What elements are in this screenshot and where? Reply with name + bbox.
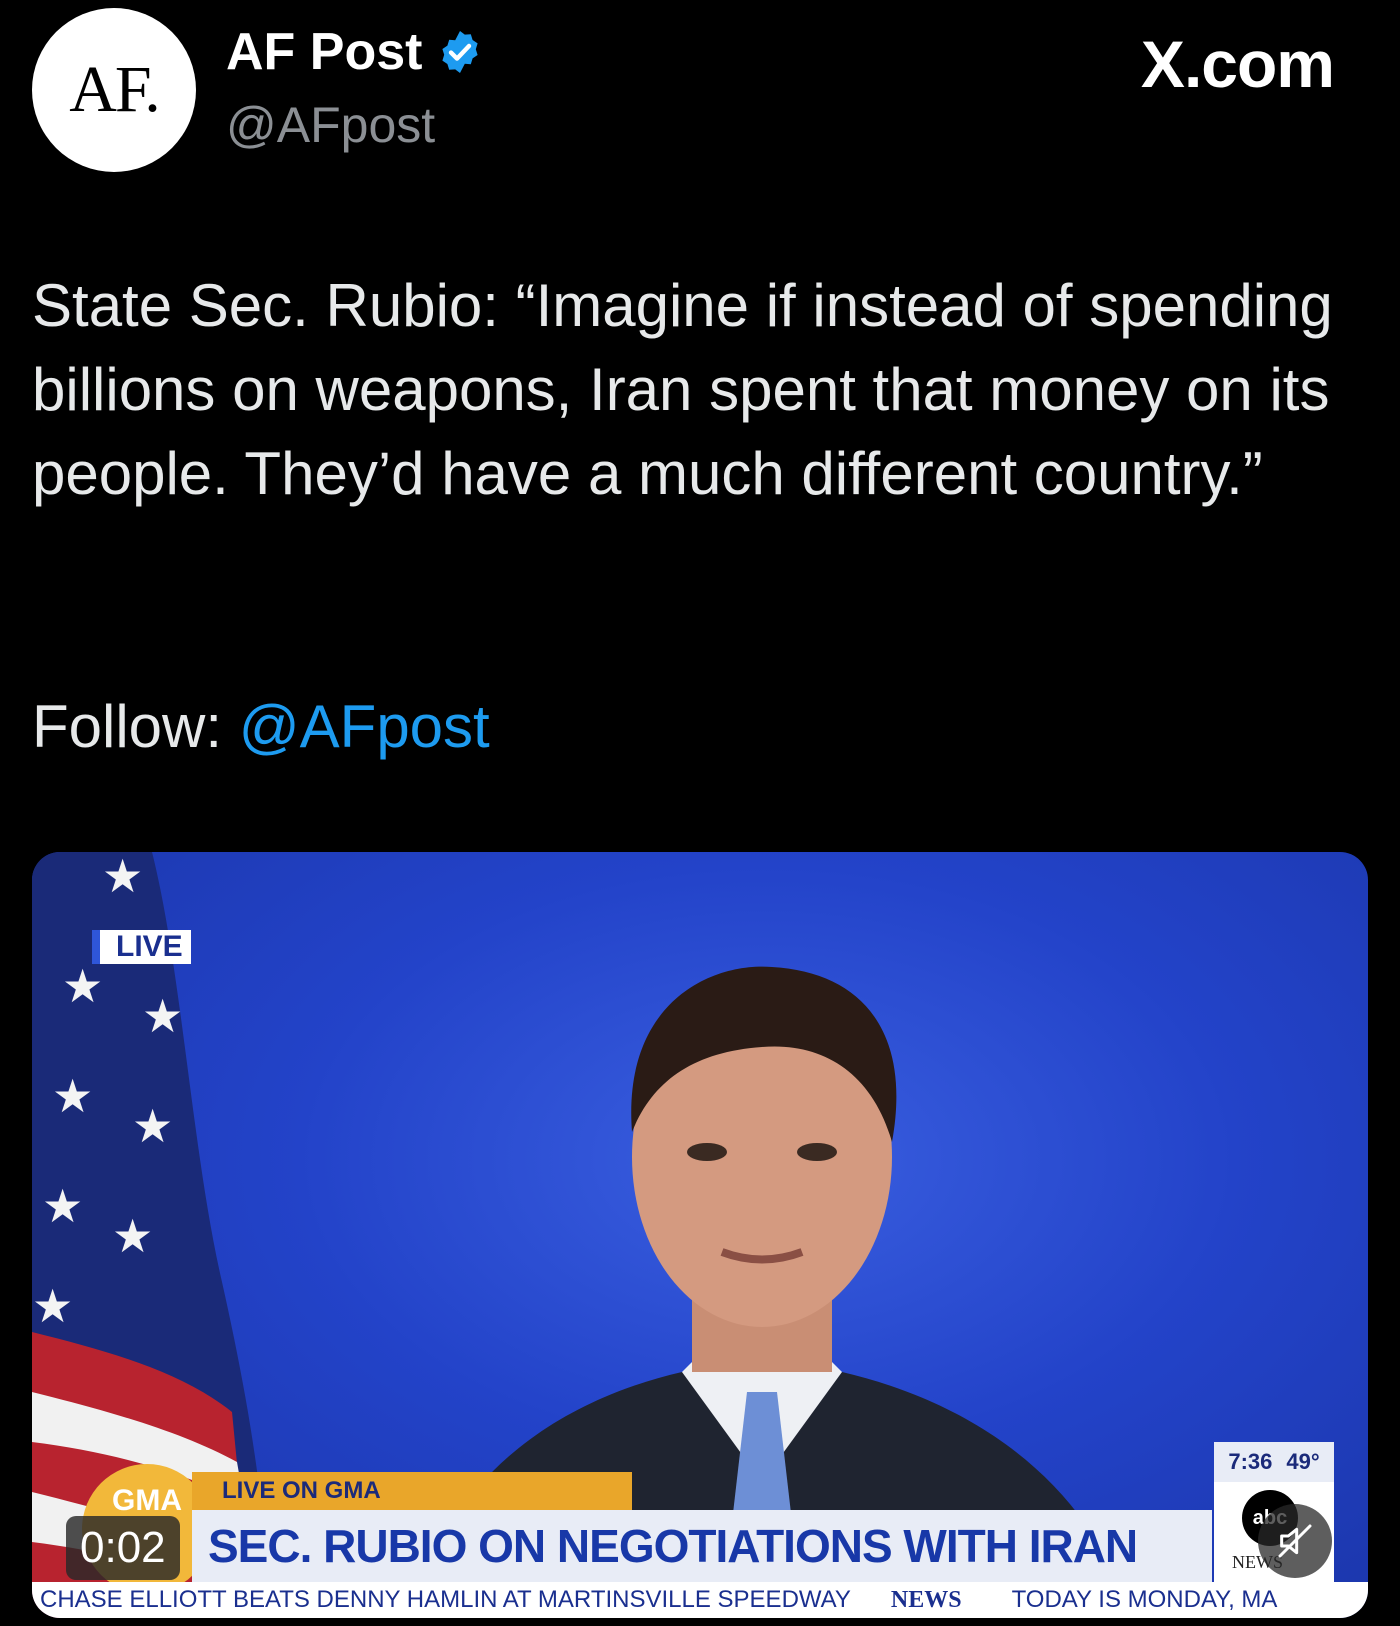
speaker-muted-icon — [1278, 1524, 1312, 1558]
video-timestamp: 0:02 — [66, 1516, 180, 1580]
temperature: 49° — [1286, 1449, 1320, 1474]
clock-temperature: 7:36 49° — [1214, 1442, 1334, 1482]
segment-label: LIVE ON GMA — [192, 1472, 632, 1510]
avatar[interactable]: AF. — [32, 8, 196, 172]
ticker-brand: NEWS — [890, 1586, 962, 1613]
follow-line: Follow: @AFpost — [32, 692, 490, 761]
svg-text:★: ★ — [132, 1099, 173, 1153]
svg-text:★: ★ — [62, 959, 103, 1013]
svg-text:★: ★ — [52, 1069, 93, 1123]
svg-text:★: ★ — [102, 852, 143, 903]
video-player[interactable]: ★ ★ ★ ★ ★ ★ ★ ★ LIVE GMA LIVE ON GMA SEC… — [32, 852, 1368, 1618]
tweet-text: State Sec. Rubio: “Imagine if instead of… — [32, 272, 1333, 507]
x-site-watermark: X.com — [1140, 27, 1335, 101]
author-name-row: AF Post — [226, 22, 484, 82]
display-name[interactable]: AF Post — [226, 22, 422, 82]
svg-text:★: ★ — [142, 989, 183, 1043]
svg-text:★: ★ — [32, 1279, 73, 1333]
ticker-today: TODAY IS MONDAY, MA — [1011, 1586, 1278, 1613]
news-headline: SEC. RUBIO ON NEGOTIATIONS WITH IRAN — [208, 1520, 1138, 1572]
headline-bar: SEC. RUBIO ON NEGOTIATIONS WITH IRAN — [192, 1510, 1212, 1582]
live-badge: LIVE — [92, 930, 191, 964]
clock: 7:36 — [1228, 1449, 1273, 1474]
verified-badge-icon — [442, 31, 479, 73]
ticker-story: CHASE ELLIOTT BEATS DENNY HAMLIN AT MART… — [40, 1586, 851, 1613]
follow-label: Follow: — [32, 693, 223, 760]
author-handle[interactable]: @AFpost — [226, 96, 435, 154]
mute-button[interactable] — [1258, 1504, 1332, 1578]
news-ticker: CHASE ELLIOTT BEATS DENNY HAMLIN AT MART… — [32, 1582, 1368, 1618]
svg-text:★: ★ — [112, 1209, 153, 1263]
svg-text:★: ★ — [42, 1179, 83, 1233]
follow-handle-link[interactable]: @AFpost — [239, 693, 490, 760]
